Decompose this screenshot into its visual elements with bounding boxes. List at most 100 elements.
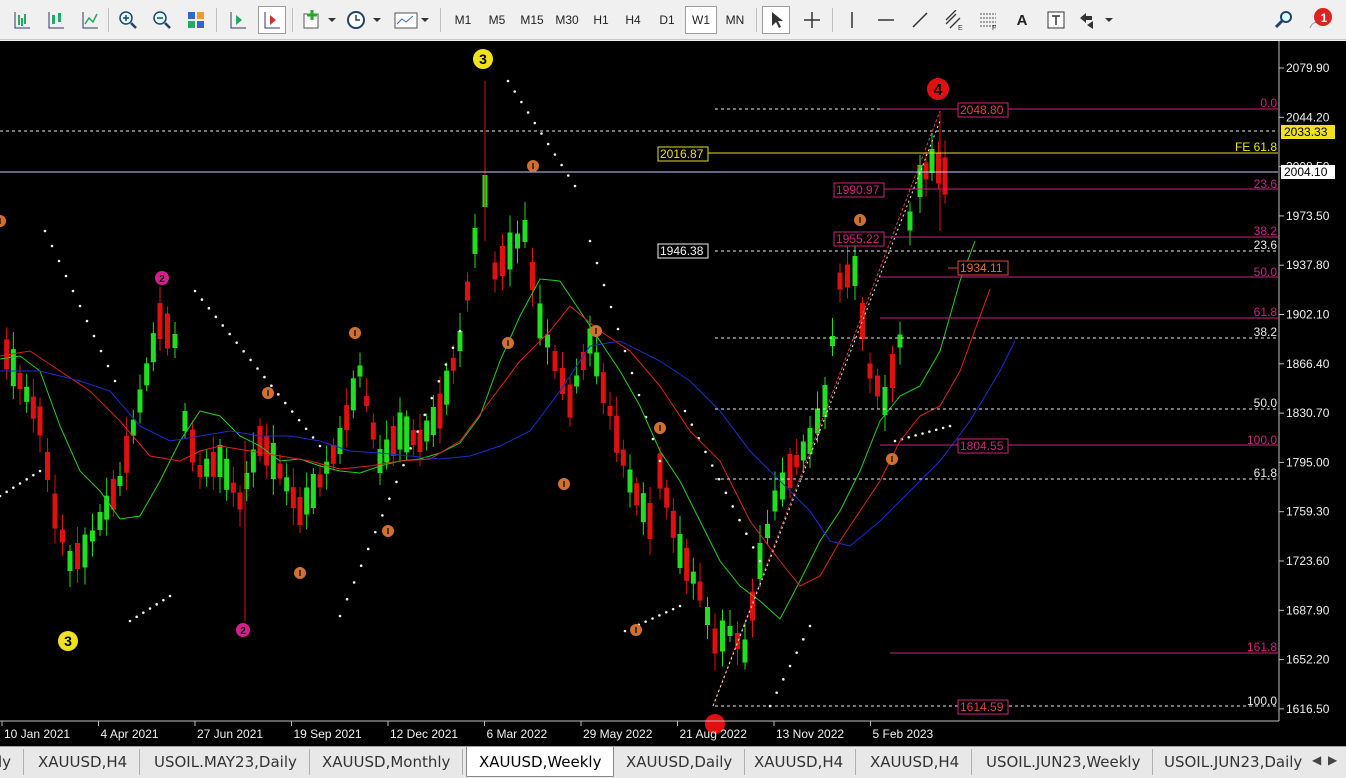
- price-tick-label: 1902.10: [1286, 308, 1330, 322]
- cursor-icon[interactable]: [762, 6, 790, 34]
- psar-dot: [43, 229, 47, 233]
- candle-body: [224, 458, 230, 490]
- psar-dot: [540, 132, 543, 135]
- tab-7[interactable]: XAUUSD,H4: [858, 749, 973, 775]
- trendline-icon[interactable]: [906, 6, 934, 34]
- psar-dot: [526, 111, 530, 114]
- candle-body: [370, 422, 376, 440]
- candlestick-chart-icon[interactable]: [42, 6, 70, 34]
- price-tick-label: 2044.20: [1286, 110, 1330, 124]
- timeframe-m15[interactable]: M15: [515, 6, 549, 34]
- psar-dot: [630, 371, 634, 375]
- templates-icon[interactable]: [392, 6, 432, 34]
- line-chart-icon[interactable]: [76, 6, 104, 34]
- tab-5[interactable]: XAUUSD,Daily: [614, 749, 746, 775]
- timeframe-h4[interactable]: H4: [617, 6, 649, 34]
- candle-body: [780, 472, 785, 500]
- wave-labels: 3 3 4 2 2: [58, 49, 949, 734]
- psar-dot: [338, 614, 342, 618]
- candle-body: [210, 451, 216, 477]
- timeframe-m30[interactable]: M30: [550, 6, 584, 34]
- timeframe-d1[interactable]: D1: [651, 6, 683, 34]
- candle-body: [472, 228, 478, 254]
- psar-dot: [50, 244, 54, 248]
- fibonacci-levels[interactable]: [0, 108, 1278, 707]
- candle-body: [620, 449, 626, 466]
- psar-dot: [249, 358, 252, 362]
- psar-dot: [304, 427, 308, 431]
- tab-6[interactable]: XAUUSD,H4: [742, 749, 857, 775]
- candle-body: [580, 352, 586, 370]
- tab-1[interactable]: XAUUSD,H4: [26, 749, 141, 775]
- candle-body: [537, 303, 543, 339]
- psar-dot: [263, 375, 266, 379]
- label-2048: 2048.80: [960, 103, 1004, 117]
- candle-body: [522, 220, 528, 242]
- candle-body: [664, 487, 670, 508]
- tab-4-active[interactable]: XAUUSD,Weekly: [466, 747, 615, 777]
- chart-shift-icon[interactable]: [224, 6, 252, 34]
- price-tick-label: 1687.90: [1286, 603, 1330, 617]
- candle-body: [437, 393, 443, 429]
- date-tick-label: 12 Dec 2021: [390, 727, 458, 741]
- label-1804: 1804.55: [960, 439, 1004, 453]
- equidistant-channel-icon[interactable]: E: [940, 6, 968, 34]
- tab-scroll-left-icon[interactable]: ◀: [1312, 753, 1321, 767]
- price-chart[interactable]: 3 3 4 2 2 2016.87 1946.38 1990.97 1955.2…: [0, 41, 1346, 746]
- psar-dot: [142, 611, 145, 614]
- psar-dot: [616, 327, 620, 331]
- timeframe-m1[interactable]: M1: [447, 6, 479, 34]
- psar-dot: [602, 283, 606, 287]
- horizontal-line-icon[interactable]: [872, 6, 900, 34]
- timeframe-w1[interactable]: W1: [685, 6, 717, 34]
- text-tool-icon[interactable]: A: [1008, 6, 1036, 34]
- timeframe-mn[interactable]: MN: [719, 6, 751, 34]
- price-tick-label: 1866.40: [1286, 357, 1330, 371]
- vertical-line-icon[interactable]: [838, 6, 866, 34]
- tab-0[interactable]: ly: [0, 749, 25, 775]
- parabolic-sar-dots: [0, 79, 952, 708]
- text-label-icon[interactable]: [1042, 6, 1070, 34]
- psar-dot: [290, 410, 294, 413]
- psar-dot: [345, 597, 349, 601]
- price-tick-label: 2079.90: [1286, 61, 1330, 75]
- candle-body: [104, 495, 110, 520]
- autoscroll-icon[interactable]: [258, 6, 286, 34]
- bar-chart-icon[interactable]: [8, 6, 36, 34]
- psar-dot: [520, 100, 523, 104]
- date-tick-label: 27 Jun 2021: [197, 727, 263, 741]
- timeframe-m5[interactable]: M5: [481, 6, 513, 34]
- psar-dot: [788, 664, 792, 668]
- candle-body: [634, 483, 640, 506]
- candle-body: [404, 416, 410, 453]
- arrows-icon[interactable]: [1076, 6, 1116, 34]
- price-tags: 2033.33 2004.10: [1281, 125, 1335, 179]
- psar-dot: [444, 363, 448, 366]
- tab-8[interactable]: USOIL.JUN23,Weekly: [974, 749, 1154, 775]
- tab-scroll-right-icon[interactable]: ▶: [1328, 753, 1337, 767]
- search-icon[interactable]: [1270, 6, 1298, 34]
- zoom-out-icon[interactable]: [148, 6, 176, 34]
- psar-dot: [256, 367, 259, 370]
- psar-dot: [745, 532, 748, 536]
- indicators-icon[interactable]: [300, 6, 338, 34]
- psar-dot: [92, 334, 96, 338]
- psar-dot: [128, 619, 132, 623]
- psar-dot: [38, 469, 42, 473]
- candle-body: [30, 396, 36, 419]
- candle-body: [317, 474, 323, 488]
- fibonacci-retracement-icon[interactable]: F: [974, 6, 1002, 34]
- tab-3[interactable]: XAUUSD,Monthly: [310, 749, 464, 775]
- zoom-in-icon[interactable]: [114, 6, 142, 34]
- candle-body: [384, 439, 390, 463]
- tab-2[interactable]: USOIL.MAY23,Daily: [142, 749, 310, 775]
- candle-body: [457, 331, 463, 351]
- tile-windows-icon[interactable]: [182, 6, 210, 34]
- periodicity-icon[interactable]: [344, 6, 384, 34]
- psar-dot: [430, 396, 434, 400]
- tab-9[interactable]: USOIL.JUN23,Daily: [1152, 749, 1314, 775]
- crosshair-icon[interactable]: [798, 6, 826, 34]
- timeframe-h1[interactable]: H1: [585, 6, 617, 34]
- psar-dot: [373, 530, 377, 534]
- candle-body: [90, 530, 95, 542]
